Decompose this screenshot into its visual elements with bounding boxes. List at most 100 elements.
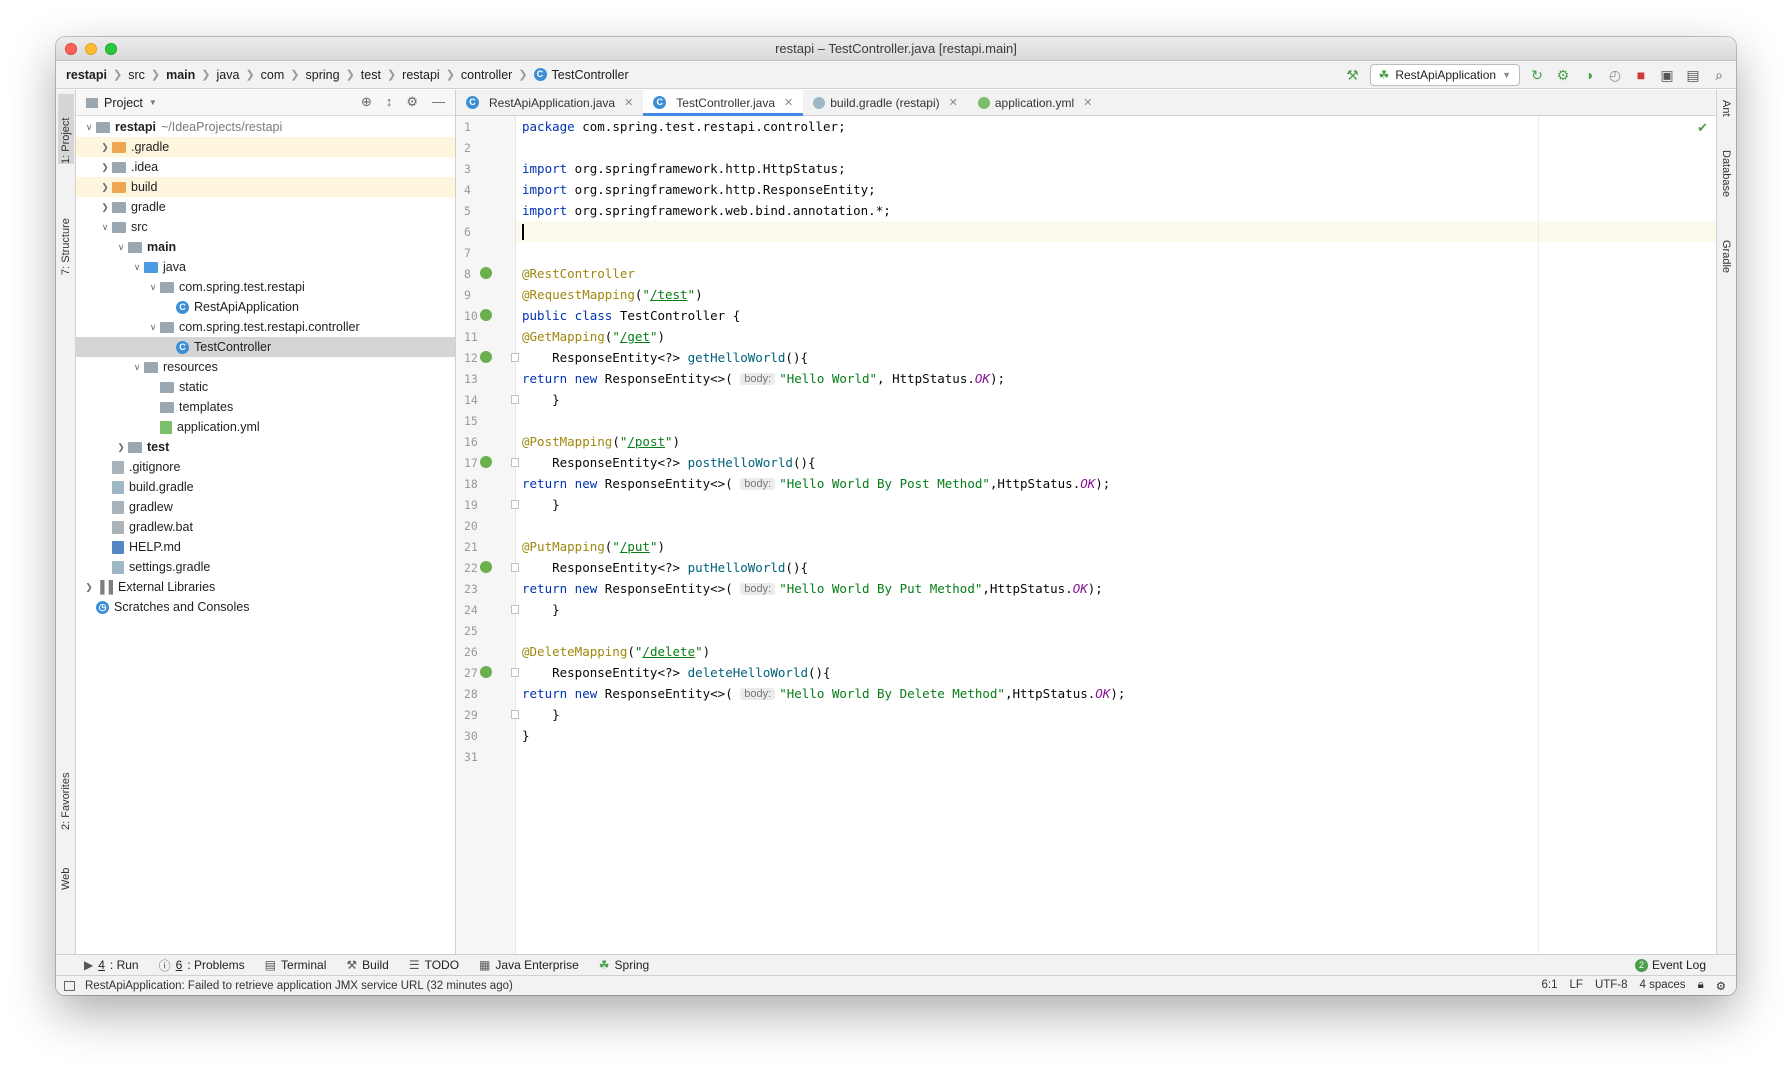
tree-item[interactable]: ∨ resources (76, 357, 455, 377)
profile-icon[interactable]: ◴ (1606, 66, 1624, 84)
tree-item[interactable]: ❯ gradle (76, 197, 455, 217)
code-line[interactable]: return new ResponseEntity<>( body: "Hello… (516, 683, 1716, 704)
code-line[interactable] (516, 242, 1716, 263)
tree-item[interactable]: templates (76, 397, 455, 417)
close-icon[interactable]: ✕ (784, 96, 793, 109)
code-line[interactable]: @PutMapping("/put ") (516, 536, 1716, 557)
code-line[interactable]: @PostMapping("/post ") (516, 431, 1716, 452)
tree-item[interactable]: ❯ test (76, 437, 455, 457)
close-window-button[interactable] (65, 43, 77, 55)
tab-project[interactable]: 1: Project (58, 94, 74, 164)
tree-item[interactable]: ❯ .idea (76, 157, 455, 177)
breadcrumb-item[interactable]: spring ❯ (306, 68, 361, 82)
breadcrumb-item[interactable]: controller ❯ (461, 68, 534, 82)
code-line[interactable]: return new ResponseEntity<>( body: "Hello… (516, 473, 1716, 494)
code-line[interactable]: } (516, 704, 1716, 725)
close-icon[interactable]: ✕ (949, 96, 958, 109)
project-view-selector[interactable]: Project (104, 96, 143, 110)
spring-bean-gutter-icon[interactable] (480, 267, 492, 279)
tool-window-build[interactable]: ⚒ Build (346, 958, 388, 972)
tree-item[interactable]: ❯ build (76, 177, 455, 197)
code-line[interactable]: return new ResponseEntity<>( body: "Hello… (516, 578, 1716, 599)
code-editor[interactable]: ✔ package com.spring.test.restapi.contro… (516, 116, 1716, 955)
chevron-right-icon[interactable]: ❯ (114, 442, 128, 453)
breadcrumb-item[interactable]: java ❯ (217, 68, 261, 82)
hide-icon[interactable]: — (432, 94, 445, 110)
code-line[interactable]: } (516, 494, 1716, 515)
code-line[interactable] (516, 746, 1716, 767)
code-line[interactable]: } (516, 389, 1716, 410)
close-icon[interactable]: ✕ (624, 96, 633, 109)
spring-bean-gutter-icon[interactable] (480, 456, 492, 468)
tree-item[interactable]: ◷ Scratches and Consoles (76, 597, 455, 617)
rerun-icon[interactable]: ↻ (1528, 66, 1546, 84)
code-line[interactable]: @RequestMapping("/test ") (516, 284, 1716, 305)
code-line[interactable] (516, 137, 1716, 158)
breadcrumb-item[interactable]: restapi ❯ (402, 68, 461, 82)
indent-setting[interactable]: 4 spaces (1640, 979, 1686, 993)
collapse-all-icon[interactable]: ↕ (386, 94, 393, 110)
chevron-right-icon[interactable]: ❯ (98, 142, 112, 153)
tree-item[interactable]: ∨ main (76, 237, 455, 257)
editor-tab[interactable]: C TestController.java ✕ (643, 90, 804, 116)
close-icon[interactable]: ✕ (1083, 96, 1092, 109)
file-encoding[interactable]: UTF-8 (1595, 979, 1628, 993)
caret-position[interactable]: 6:1 (1542, 979, 1558, 993)
locate-icon[interactable]: ⊕ (361, 94, 372, 110)
tree-item[interactable]: settings.gradle (76, 557, 455, 577)
code-line[interactable] (516, 515, 1716, 536)
coverage-icon[interactable]: ◑ (1580, 66, 1598, 84)
maximize-window-button[interactable] (105, 43, 117, 55)
code-line[interactable]: ResponseEntity<?> putHelloWorld(){ (516, 557, 1716, 578)
code-line[interactable] (516, 221, 1716, 242)
status-toggle-icon[interactable] (64, 980, 75, 991)
memory-indicator-icon[interactable]: ⚙ (1716, 979, 1726, 993)
editor-tab[interactable]: application.yml ✕ (968, 90, 1103, 115)
tree-item[interactable]: ∨ java (76, 257, 455, 277)
tool-window-terminal[interactable]: ▤ Terminal (265, 958, 327, 972)
chevron-down-icon[interactable]: ∨ (130, 262, 144, 273)
tree-item[interactable]: C TestController (76, 337, 455, 357)
tool-window-todo[interactable]: ☰ TODO (409, 958, 459, 972)
lock-icon[interactable]: 🔒︎ (1698, 979, 1704, 993)
breadcrumb-item[interactable]: com ❯ (261, 68, 306, 82)
breadcrumb-item[interactable]: test ❯ (361, 68, 402, 82)
breadcrumb-item[interactable]: src ❯ (128, 68, 166, 82)
line-separator[interactable]: LF (1570, 979, 1583, 993)
chevron-down-icon[interactable]: ∨ (130, 362, 144, 373)
tree-item[interactable]: application.yml (76, 417, 455, 437)
code-line[interactable] (516, 410, 1716, 431)
spring-bean-gutter-icon[interactable] (480, 561, 492, 573)
code-line[interactable]: import org.springframework.http.Response… (516, 179, 1716, 200)
tab-gradle[interactable]: Gradle (1720, 240, 1732, 273)
tree-item[interactable]: gradlew (76, 497, 455, 517)
chevron-down-icon[interactable]: ∨ (114, 242, 128, 253)
tab-web[interactable]: Web (58, 850, 74, 890)
stop-icon[interactable]: ■ (1632, 66, 1650, 84)
code-line[interactable]: } (516, 725, 1716, 746)
gear-icon[interactable]: ⚙ (406, 94, 418, 110)
tree-item[interactable]: .gitignore (76, 457, 455, 477)
tree-item[interactable]: ∨ src (76, 217, 455, 237)
tree-item[interactable]: HELP.md (76, 537, 455, 557)
run-configuration-dropdown[interactable]: ☘ RestApiApplication ▼ (1369, 64, 1520, 86)
inspection-ok-icon[interactable]: ✔ (1697, 120, 1708, 136)
tool-window-run[interactable]: ▶ 4: Run (84, 958, 139, 972)
status-message[interactable]: RestApiApplication: Failed to retrieve a… (85, 980, 513, 992)
code-line[interactable]: import org.springframework.http.HttpStat… (516, 158, 1716, 179)
spring-bean-gutter-icon[interactable] (480, 666, 492, 678)
editor-tab[interactable]: C RestApiApplication.java ✕ (456, 90, 643, 115)
chevron-down-icon[interactable]: ∨ (98, 222, 112, 233)
chevron-right-icon[interactable]: ❯ (98, 162, 112, 173)
chevron-right-icon[interactable]: ❯ (82, 582, 96, 593)
tab-favorites[interactable]: 2: Favorites (58, 750, 74, 830)
breadcrumb-item[interactable]: C TestController (533, 68, 629, 82)
editor-tab[interactable]: build.gradle (restapi) ✕ (803, 90, 968, 115)
breadcrumb-item[interactable]: restapi ❯ (66, 68, 128, 82)
tab-ant[interactable]: Ant (1720, 100, 1732, 117)
tree-item[interactable]: C RestApiApplication (76, 297, 455, 317)
code-line[interactable]: @GetMapping("/get ") (516, 326, 1716, 347)
tool-window-problems[interactable]: ⓘ 6: Problems (159, 957, 245, 974)
code-line[interactable]: @RestController (516, 263, 1716, 284)
breadcrumb-item[interactable]: main ❯ (166, 68, 216, 82)
